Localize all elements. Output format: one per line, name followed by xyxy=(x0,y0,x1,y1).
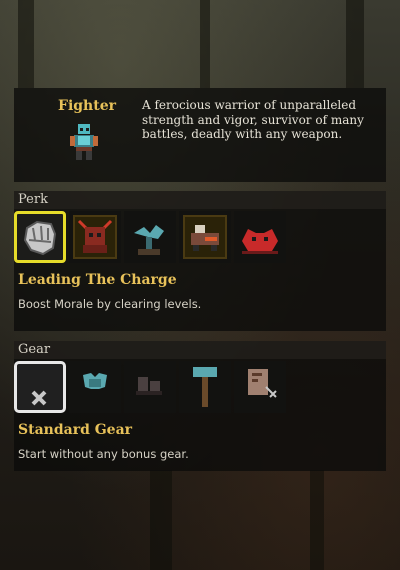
gear-slot-boots[interactable] xyxy=(124,361,176,413)
perk-name: Leading The Charge xyxy=(18,272,177,288)
gear-section-header: Gear xyxy=(14,341,386,359)
class-name: Fighter xyxy=(58,98,116,114)
red-crab-icon xyxy=(242,229,278,254)
perk-slot-plant[interactable] xyxy=(124,211,176,263)
perk-slot-row xyxy=(14,211,286,263)
fighter-sprite-icon xyxy=(70,124,98,160)
perk-slot-gauntlet[interactable] xyxy=(14,211,66,263)
class-description: A ferocious warrior of unparalleled stre… xyxy=(142,98,364,141)
background-tree xyxy=(200,0,210,88)
background-tree xyxy=(346,0,364,88)
gear-slot-row xyxy=(14,361,286,413)
gear-slot-standard[interactable] xyxy=(14,361,66,413)
horned-helm-icon xyxy=(73,215,117,259)
gear-slot-scroll[interactable] xyxy=(234,361,286,413)
perk-slot-red-crab[interactable] xyxy=(234,211,286,263)
plant-icon xyxy=(134,225,164,255)
fire-wagon-icon xyxy=(183,215,227,259)
perk-slot-horned-helm[interactable] xyxy=(69,211,121,263)
boots-icon xyxy=(136,377,162,395)
hammer-icon xyxy=(193,367,217,407)
armor-icon xyxy=(83,373,107,389)
perk-description: Boost Morale by clearing levels. xyxy=(18,297,202,311)
gauntlet-icon xyxy=(23,220,57,256)
scroll-icon xyxy=(248,369,277,398)
perk-slot-fire-wagon[interactable] xyxy=(179,211,231,263)
gear-name: Standard Gear xyxy=(18,422,133,438)
x-mark-icon xyxy=(31,390,47,406)
class-panel: Fighter A ferocious warrior of unparalle… xyxy=(14,88,386,182)
gear-slot-armor[interactable] xyxy=(69,361,121,413)
background-tree xyxy=(310,470,324,570)
background-tree xyxy=(18,0,34,88)
gear-description: Start without any bonus gear. xyxy=(18,447,189,461)
background-tree xyxy=(150,470,172,570)
perk-section-header: Perk xyxy=(14,191,386,209)
gear-slot-hammer[interactable] xyxy=(179,361,231,413)
